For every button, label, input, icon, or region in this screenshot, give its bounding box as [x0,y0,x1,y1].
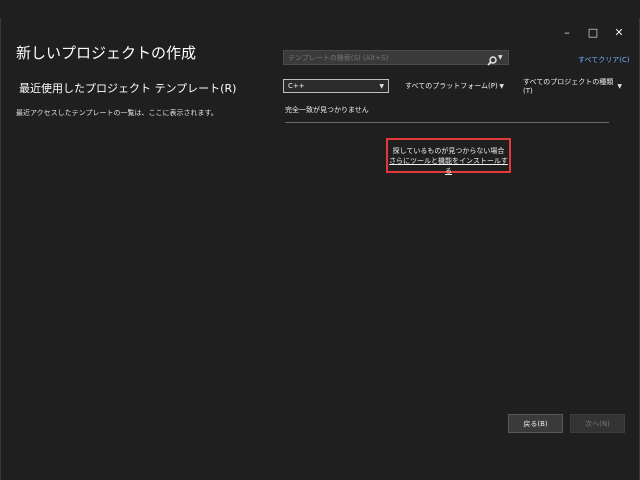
not-found-hint: 探しているものが見つからない場合 [392,147,505,155]
search-icon[interactable] [486,52,498,66]
next-button[interactable]: 次へ(N) [570,414,625,433]
language-filter-value: C++ [288,82,305,90]
minimize-button[interactable]: – [554,24,580,40]
chevron-down-icon: ▼ [617,82,622,90]
project-type-filter-select[interactable]: すべてのプロジェクトの種類(T) ▼ [519,78,626,95]
chevron-down-icon: ▼ [499,82,504,90]
language-filter-select[interactable]: C++ ▼ [283,79,389,93]
template-search-box[interactable]: ▼ [283,50,509,66]
platform-filter-value: すべてのプラットフォーム(P) [405,82,498,90]
recent-templates-description: 最近アクセスしたテンプレートの一覧は、ここに表示されます。 [16,109,218,117]
clear-all-filters-link[interactable]: すべてクリア(C) [578,55,630,65]
maximize-button[interactable]: □ [580,24,606,40]
window-left-border [0,18,1,480]
recent-templates-title: 最近使用したプロジェクト テンプレート(R) [19,82,237,95]
chevron-down-icon: ▼ [379,82,384,90]
back-button[interactable]: 戻る(B) [508,414,563,433]
install-tools-link[interactable]: さらにツールと機能をインストールする [388,156,509,176]
search-options-chevron-down-icon[interactable]: ▼ [498,54,506,61]
platform-filter-select[interactable]: すべてのプラットフォーム(P) ▼ [401,79,508,93]
window-controls: – □ ✕ [554,24,632,40]
project-type-filter-value: すべてのプロジェクトの種類(T) [523,78,614,95]
results-divider [285,122,609,123]
no-match-message: 完全一致が見つかりません [285,106,369,114]
page-title: 新しいプロジェクトの作成 [16,44,197,62]
search-input[interactable] [284,50,486,65]
close-button[interactable]: ✕ [606,24,632,40]
